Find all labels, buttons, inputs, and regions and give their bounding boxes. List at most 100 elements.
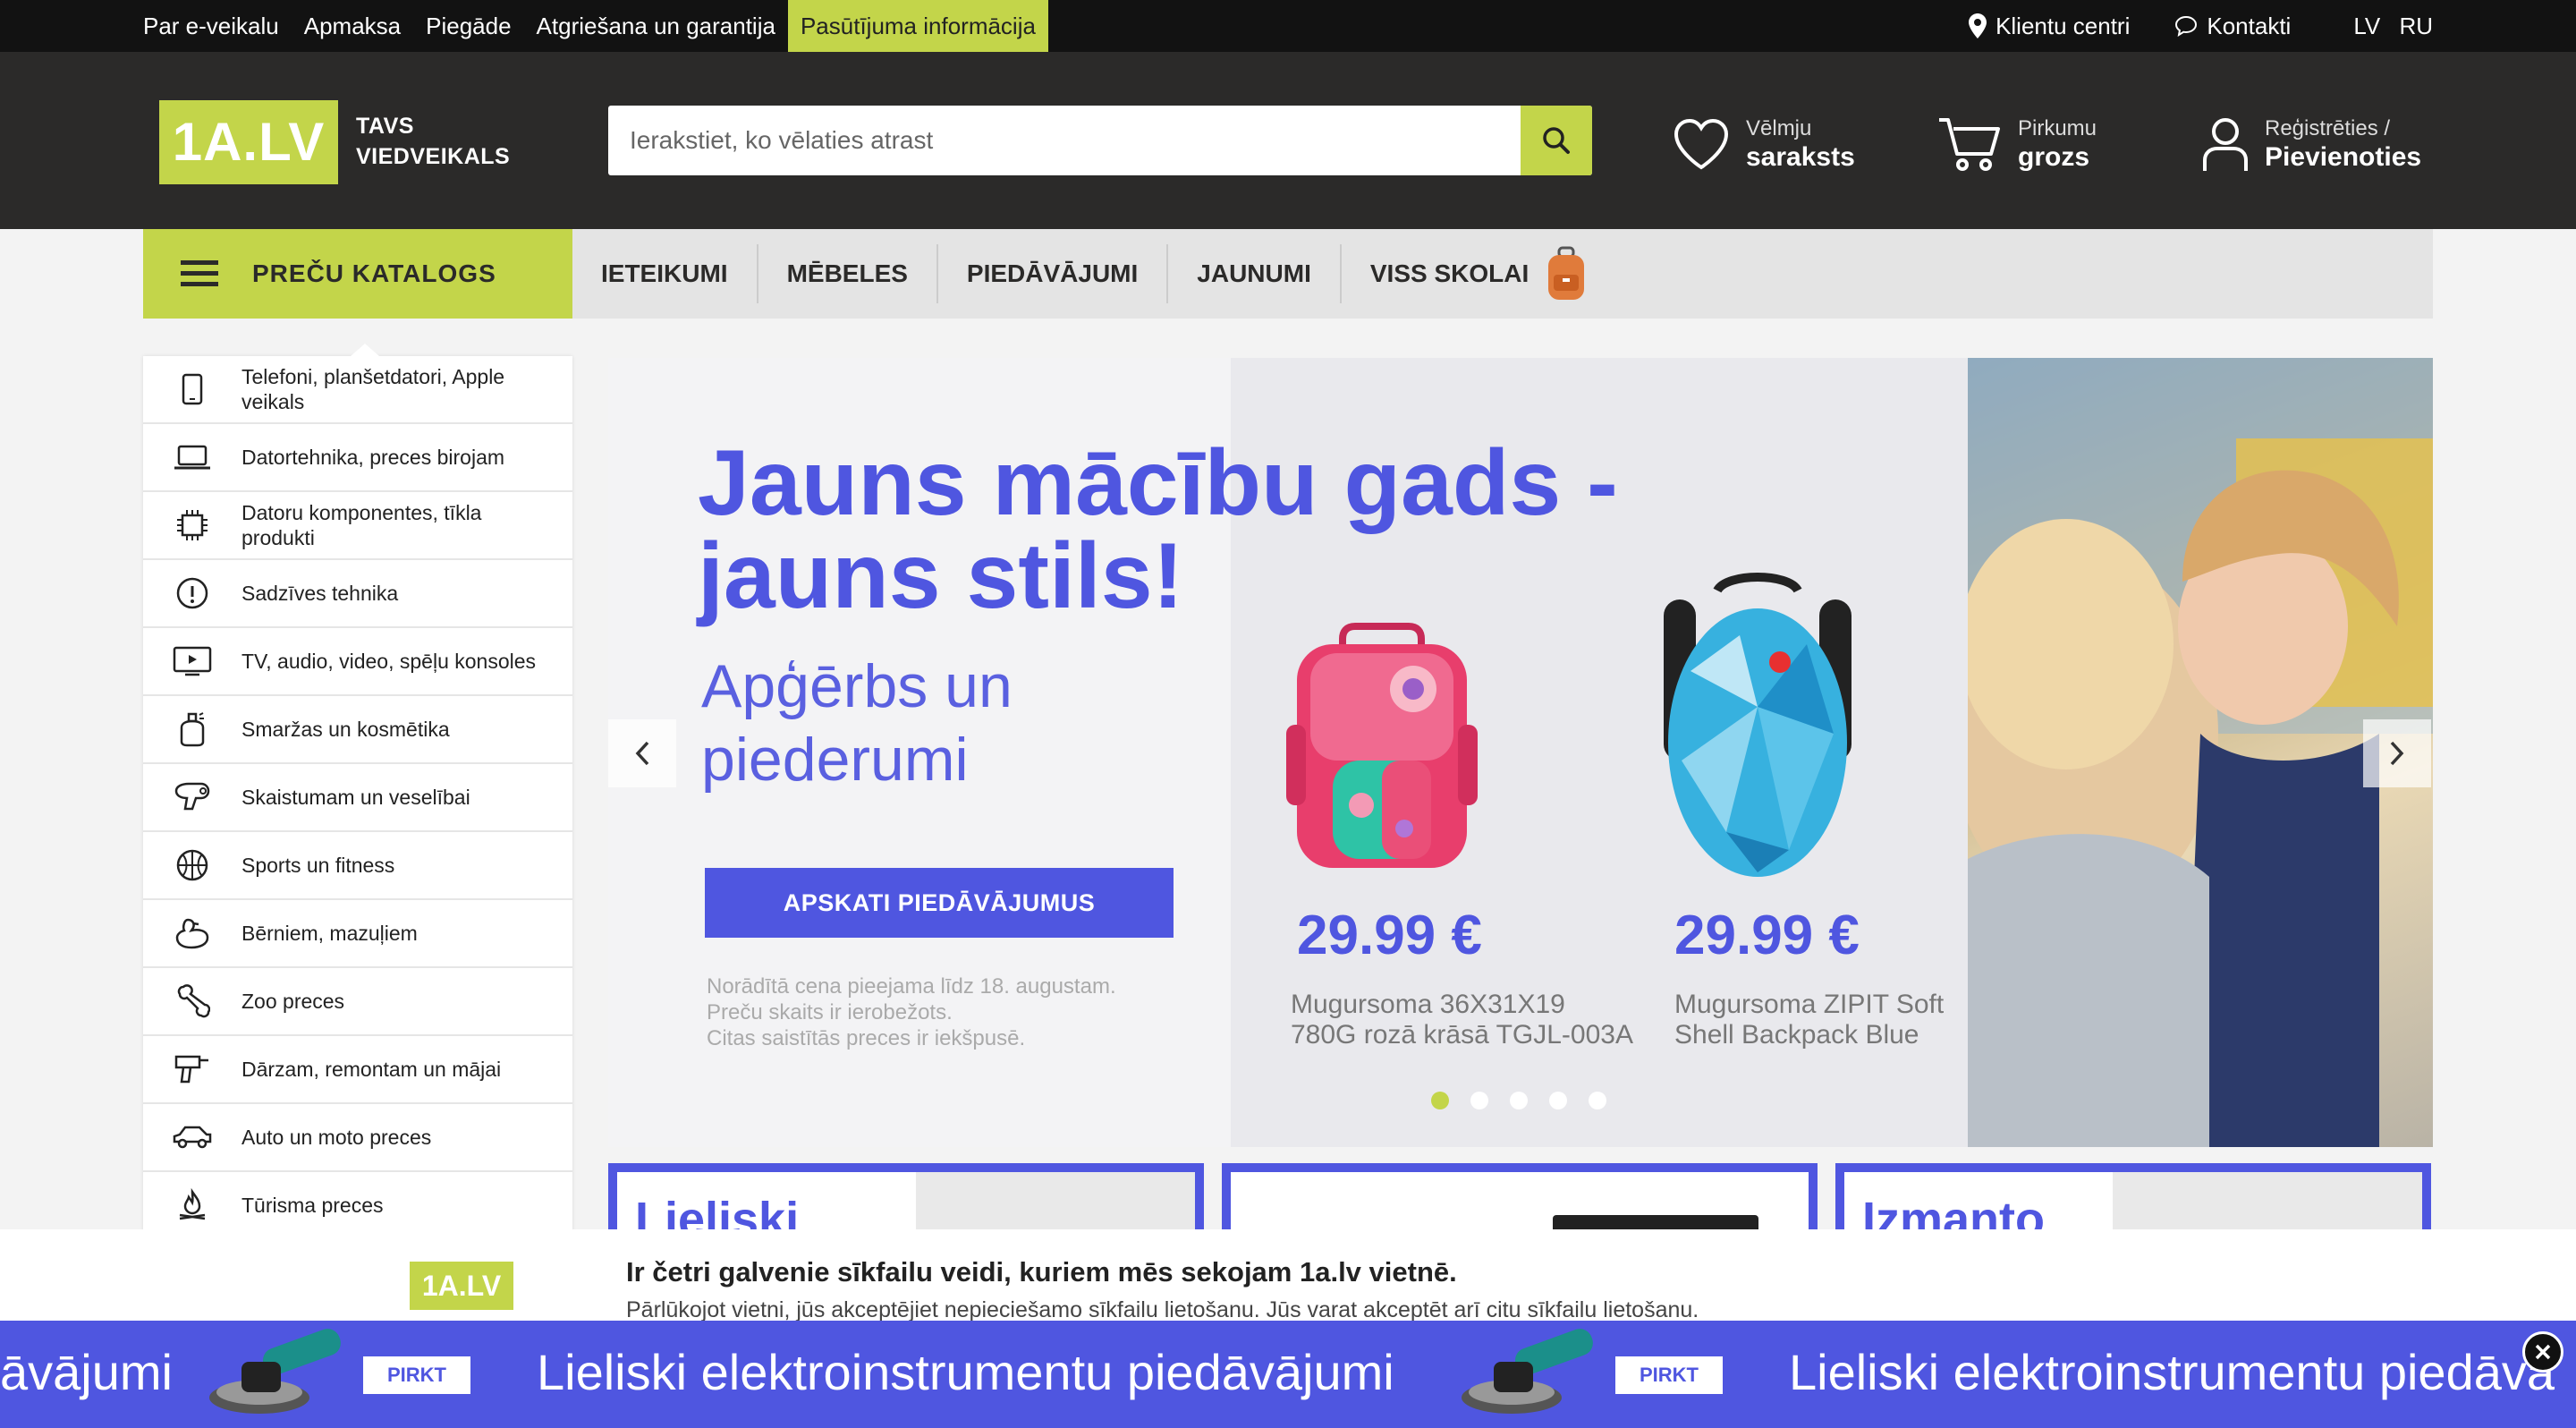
promo-close-button[interactable] xyxy=(2522,1331,2563,1373)
heart-icon xyxy=(1674,118,1729,170)
slider-dot[interactable] xyxy=(1470,1092,1488,1109)
wishlist-label-1: Vēlmju xyxy=(1746,116,1812,140)
promo-card-2[interactable] xyxy=(1222,1163,1818,1242)
slider-dot[interactable] xyxy=(1510,1092,1528,1109)
promo-text-repeat: Lieliski elektroinstrumentu piedāva xyxy=(1789,1344,2555,1400)
nav-offers[interactable]: PIEDĀVĀJUMI xyxy=(938,244,1169,303)
nav-new[interactable]: JAUNUMI xyxy=(1168,244,1342,303)
product-1-name[interactable]: Mugursoma 36X31X19 780G rozā krāsā TGJL-… xyxy=(1291,990,1633,1050)
view-offers-button[interactable]: APSKATI PIEDĀVĀJUMUS xyxy=(705,868,1174,938)
slider-dot[interactable] xyxy=(1549,1092,1567,1109)
banner-note: Norādītā cena pieejama līdz 18. augustam… xyxy=(707,973,1116,1051)
product-2-name[interactable]: Mugursoma ZIPIT Soft Shell Backpack Blue xyxy=(1674,990,1944,1050)
client-centre-link[interactable]: Klientu centri xyxy=(1969,13,2130,40)
cart-label-2: grozs xyxy=(2018,142,2090,172)
cart-link[interactable]: Pirkumu grozs xyxy=(1937,115,2097,174)
top-link-payment[interactable]: Apmaksa xyxy=(304,13,401,40)
chip-icon xyxy=(177,510,208,540)
top-link-order-info[interactable]: Pasūtījuma informācija xyxy=(787,0,1048,52)
chat-bubble-icon xyxy=(2175,15,2198,37)
top-link-returns[interactable]: Atgriešana un garantija xyxy=(537,13,775,40)
drill-icon xyxy=(174,1055,208,1084)
sidebar-item-label: Sadzīves tehnika xyxy=(242,582,399,605)
header: 1A.LV TAVS VIEDVEIKALS Vēlmju saraksts P… xyxy=(0,52,2576,229)
promo-card-3-image xyxy=(2113,1172,2422,1235)
sidebar-item-garden[interactable]: Dārzam, remontam un mājai xyxy=(143,1036,572,1104)
sidebar-item-label: Datortehnika, preces birojam xyxy=(242,446,505,469)
sidebar-item-cosmetics[interactable]: Smaržas un kosmētika xyxy=(143,696,572,764)
cart-label-1: Pirkumu xyxy=(2018,116,2097,140)
cookie-logo: 1A.LV xyxy=(410,1262,513,1310)
contacts-link[interactable]: Kontakti xyxy=(2174,13,2291,40)
campfire-icon xyxy=(179,1188,206,1220)
cart-icon xyxy=(1939,118,2000,171)
slider-prev-button[interactable] xyxy=(608,719,676,787)
hero-banner[interactable]: Jauns mācību gads - jauns stils! Apģērbs… xyxy=(608,358,2433,1147)
backpack-icon xyxy=(1548,246,1585,300)
sidebar-item-zoo[interactable]: Zoo preces xyxy=(143,968,572,1036)
sidebar-item-appliances[interactable]: Sadzīves tehnika xyxy=(143,560,572,628)
catalog-button[interactable]: PREČU KATALOGS xyxy=(143,229,572,319)
pink-backpack-image[interactable] xyxy=(1270,617,1494,886)
cookie-notice: 1A.LV Ir četri galvenie sīkfailu veidi, … xyxy=(0,1229,2576,1322)
sidebar-item-beauty[interactable]: Skaistumam un veselībai xyxy=(143,764,572,832)
account-link[interactable]: Reģistrēties / Pievienoties xyxy=(2202,115,2421,174)
promo-card-1[interactable]: Lieliski xyxy=(608,1163,1204,1246)
banner-subtitle-line-2: piederumi xyxy=(701,726,969,794)
category-sidebar: Telefoni, planšetdatori, Apple veikals D… xyxy=(143,344,572,1251)
nav-school[interactable]: VISS SKOLAI xyxy=(1342,244,1616,303)
promo-strip[interactable]: āvājumi PIRKT Lieliski elektroinstrument… xyxy=(0,1321,2576,1428)
top-bar: Par e-veikalu Apmaksa Piegāde Atgriešana… xyxy=(0,0,2576,52)
account-label-1: Reģistrēties / xyxy=(2265,116,2391,140)
nav-offers-label: PIEDĀVĀJUMI xyxy=(966,259,1139,287)
top-link-delivery[interactable]: Piegāde xyxy=(426,13,511,40)
lang-ru[interactable]: RU xyxy=(2399,13,2433,39)
bone-icon xyxy=(177,984,210,1018)
sidebar-item-auto[interactable]: Auto un moto preces xyxy=(143,1104,572,1172)
sidebar-item-components[interactable]: Datoru komponentes, tīkla produkti xyxy=(143,492,572,560)
search-input[interactable] xyxy=(608,106,1521,175)
sidebar-item-label: Dārzam, remontam un mājai xyxy=(242,1058,502,1081)
wishlist-label-2: saraksts xyxy=(1746,142,1855,172)
sidebar-item-label: Tūrisma preces xyxy=(242,1194,384,1217)
contacts-label: Kontakti xyxy=(2207,12,2292,39)
wishlist-link[interactable]: Vēlmju saraksts xyxy=(1673,115,1855,174)
laptop-icon xyxy=(174,445,210,470)
promo-buy-button[interactable]: PIRKT xyxy=(363,1356,470,1394)
banner-note-line-3: Citas saistītās preces ir iekšpusē. xyxy=(707,1026,1026,1050)
car-icon xyxy=(173,1126,212,1149)
nav-recommendations[interactable]: IETEIKUMI xyxy=(572,244,758,303)
promo-buy-button[interactable]: PIRKT xyxy=(1615,1356,1723,1394)
angle-grinder-image xyxy=(209,1329,341,1414)
promo-card-3[interactable]: Izmanto xyxy=(1835,1163,2431,1246)
sidebar-item-label: TV, audio, video, spēļu konsoles xyxy=(242,650,537,673)
top-link-about[interactable]: Par e-veikalu xyxy=(143,13,279,40)
blue-backpack-image[interactable] xyxy=(1655,564,1860,886)
lang-lv[interactable]: LV xyxy=(2353,13,2380,39)
search-button[interactable] xyxy=(1521,106,1592,175)
slider-next-button[interactable] xyxy=(2363,719,2431,787)
nav-school-label: VISS SKOLAI xyxy=(1369,259,1530,287)
tv-icon xyxy=(173,646,212,676)
sidebar-item-computers[interactable]: Datortehnika, preces birojam xyxy=(143,424,572,492)
close-icon xyxy=(2535,1344,2551,1360)
site-logo[interactable]: 1A.LV xyxy=(159,100,338,184)
phone-icon xyxy=(182,373,203,405)
slider-dots xyxy=(1431,1092,1628,1109)
slider-dot[interactable] xyxy=(1431,1092,1449,1109)
account-text: Reģistrēties / Pievienoties xyxy=(2265,115,2421,173)
slider-dot[interactable] xyxy=(1589,1092,1606,1109)
nav-furniture[interactable]: MĒBELES xyxy=(758,244,938,303)
sidebar-item-sports[interactable]: Sports un fitness xyxy=(143,832,572,900)
product-2-name-line-2: Shell Backpack Blue xyxy=(1674,1020,1919,1050)
sidebar-item-label: Skaistumam un veselībai xyxy=(242,786,470,809)
sidebar-item-phones[interactable]: Telefoni, planšetdatori, Apple veikals xyxy=(143,356,572,424)
sidebar-item-label: Datoru komponentes, tīkla produkti xyxy=(242,501,482,549)
nav-furniture-label: MĒBELES xyxy=(786,259,908,287)
sidebar-item-tv[interactable]: TV, audio, video, spēļu konsoles xyxy=(143,628,572,696)
product-1-name-line-2: 780G rozā krāsā TGJL-003A xyxy=(1291,1020,1633,1050)
sidebar-item-label: Telefoni, planšetdatori, Apple veikals xyxy=(242,365,505,413)
language-switch: LV RU xyxy=(2341,13,2433,40)
sidebar-item-kids[interactable]: Bērniem, mazuļiem xyxy=(143,900,572,968)
user-icon xyxy=(2203,118,2248,171)
